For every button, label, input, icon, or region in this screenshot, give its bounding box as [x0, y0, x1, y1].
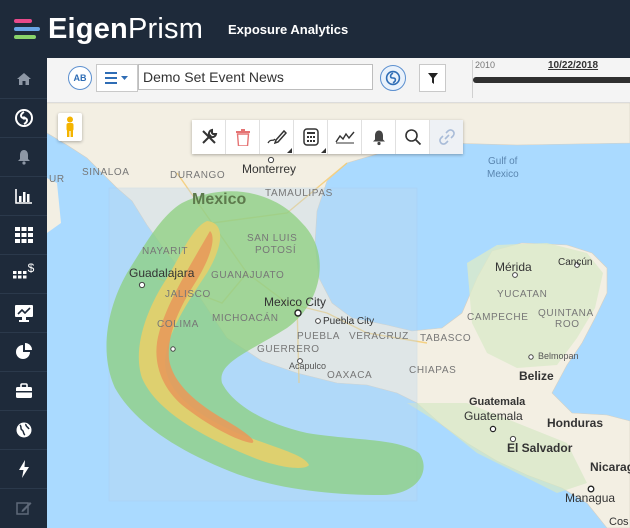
- label-guerrero: GUERRERO: [257, 344, 320, 355]
- label-mexico-city: Mexico City: [264, 295, 327, 309]
- label-puebla-city: Puebla City: [323, 316, 375, 327]
- label-tabasco: TABASCO: [420, 333, 472, 344]
- label-guatemala-country: Guatemala: [469, 396, 526, 408]
- label-jalisco: JALISCO: [165, 289, 211, 300]
- label-michoacan: MICHOACÁN: [212, 313, 279, 324]
- chart-line-icon: [334, 131, 355, 144]
- bell-icon[interactable]: [0, 138, 47, 177]
- pie-chart-icon[interactable]: [0, 333, 47, 372]
- timeline-current-date[interactable]: 10/22/2018: [548, 60, 598, 71]
- label-nicaragua: Nicarag: [590, 460, 630, 474]
- label-chiapas: CHIAPAS: [409, 365, 457, 376]
- draw-icon: [266, 129, 287, 145]
- brand-name: EigenPrism: [48, 12, 204, 45]
- event-name-input[interactable]: [138, 64, 373, 90]
- draw-button[interactable]: [260, 120, 294, 154]
- label-nayarit: NAYARIT: [142, 246, 189, 257]
- label-costa-rica: Cos: [609, 516, 629, 528]
- label-guanajuato: GUANAJUATO: [211, 270, 285, 281]
- label-potosi: POTOSÍ: [255, 245, 297, 256]
- label-belize: Belize: [519, 369, 554, 383]
- main-toolbar: AB 2010 10/22/2018: [47, 58, 630, 103]
- label-cancun: Cancún: [558, 257, 593, 268]
- label-puebla: PUEBLA: [297, 331, 341, 342]
- grid-dollar-icon[interactable]: $: [0, 255, 47, 294]
- label-guadalajara: Guadalajara: [129, 266, 195, 280]
- label-oaxaca: OAXACA: [327, 370, 373, 381]
- label-honduras: Honduras: [547, 416, 604, 430]
- label-guatemala-city: Guatemala: [464, 409, 523, 423]
- label-veracruz: VERACRUZ: [349, 331, 409, 342]
- label-quintana: QUINTANA: [538, 308, 594, 319]
- label-yucatan: YUCATAN: [497, 289, 548, 300]
- label-roo: ROO: [555, 319, 580, 330]
- monitor-chart-icon[interactable]: [0, 294, 47, 333]
- search-icon: [404, 129, 421, 146]
- label-tamaulipas: TAMAULIPAS: [265, 188, 333, 199]
- label-sinaloa: SINALOA: [82, 167, 130, 178]
- top-bar: EigenPrism Exposure Analytics: [0, 0, 630, 58]
- link-icon: [438, 129, 455, 145]
- calculator-button[interactable]: [294, 120, 328, 154]
- label-colima: COLIMA: [157, 319, 199, 330]
- label-campeche: CAMPECHE: [467, 312, 529, 323]
- eigenprism-logo[interactable]: EigenPrism: [14, 13, 203, 45]
- label-durango: DURANGO: [170, 170, 226, 181]
- street-view-pegman[interactable]: [58, 113, 82, 141]
- ab-label: AB: [73, 73, 87, 83]
- home-icon[interactable]: [0, 60, 47, 99]
- ab-compare-button[interactable]: AB: [68, 66, 92, 90]
- delete-button[interactable]: [226, 120, 260, 154]
- dollar-glyph: $: [27, 261, 35, 275]
- map-view[interactable]: Mexico Monterrey TAMAULIPAS DURANGO SINA…: [47, 103, 630, 528]
- trash-icon: [235, 128, 250, 146]
- logo-mark-icon: [14, 17, 44, 41]
- label-acapulco: Acapulco: [289, 361, 327, 371]
- label-merida: Mérida: [495, 260, 532, 274]
- pegman-icon: [66, 116, 74, 137]
- label-san-luis: SAN LUIS: [247, 233, 298, 244]
- timeline-slider[interactable]: 2010 10/22/2018: [472, 60, 630, 98]
- map-tool-palette: [192, 120, 463, 154]
- hurricane-event-button[interactable]: [380, 65, 406, 91]
- calculator-icon: [302, 128, 319, 146]
- hurricane-icon[interactable]: [0, 99, 47, 138]
- app-title: Exposure Analytics: [228, 22, 349, 37]
- timeline-start-year: 2010: [475, 60, 496, 70]
- lightning-icon[interactable]: [0, 450, 47, 489]
- event-list-dropdown[interactable]: [96, 64, 138, 92]
- filter-icon: [427, 72, 438, 84]
- sidebar: $: [0, 58, 47, 528]
- list-icon: [105, 72, 128, 84]
- grid-icon[interactable]: [0, 216, 47, 255]
- label-belmopan: Belmopan: [538, 351, 579, 361]
- edit-icon: [0, 489, 47, 527]
- label-ur: UR: [49, 174, 65, 185]
- globe-icon[interactable]: [0, 411, 47, 450]
- link-button: [430, 120, 463, 154]
- label-monterrey: Monterrey: [242, 162, 297, 176]
- search-button[interactable]: [396, 120, 430, 154]
- hurricane-icon: [385, 70, 401, 86]
- timeline-track[interactable]: [473, 77, 630, 83]
- tools-button[interactable]: [192, 120, 226, 154]
- briefcase-icon[interactable]: [0, 372, 47, 411]
- label-managua: Managua: [565, 491, 616, 505]
- label-gulf-2: Mexico: [487, 169, 519, 180]
- tools-icon: [201, 128, 217, 144]
- alert-button[interactable]: [362, 120, 396, 154]
- label-mexico: Mexico: [192, 191, 247, 208]
- label-gulf-1: Gulf of: [488, 156, 518, 167]
- bar-chart-icon[interactable]: [0, 177, 47, 216]
- bell-icon: [372, 130, 385, 145]
- chart-line-button[interactable]: [328, 120, 362, 154]
- label-el-salvador: El Salvador: [507, 441, 573, 455]
- filter-button[interactable]: [419, 64, 446, 92]
